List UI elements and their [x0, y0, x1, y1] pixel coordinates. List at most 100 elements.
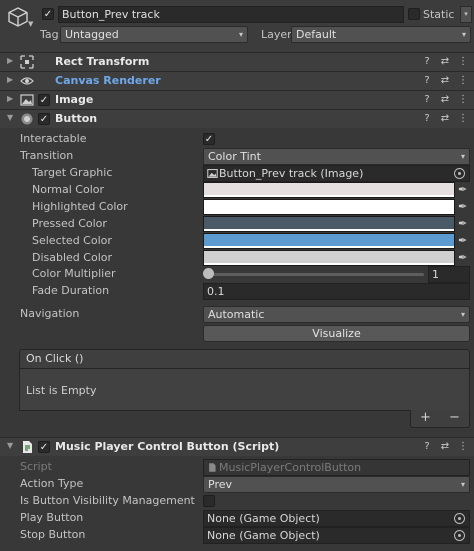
- target-graphic-field[interactable]: Button_Prev track (Image): [203, 165, 470, 182]
- component-enabled-checkbox[interactable]: ✓: [38, 94, 50, 106]
- component-rect-transform[interactable]: ▶ Rect Transform ? ⇄ ⋮: [0, 52, 474, 71]
- static-dropdown-button[interactable]: ▾: [460, 6, 472, 23]
- transition-value: Color Tint: [208, 150, 261, 163]
- foldout-arrow-icon[interactable]: ▶: [7, 75, 13, 84]
- on-click-header: On Click (): [19, 349, 470, 369]
- menu-icon[interactable]: ⋮: [458, 93, 468, 107]
- component-title: Canvas Renderer: [55, 74, 161, 87]
- pressed-color-label: Pressed Color: [32, 217, 107, 230]
- pressed-color-swatch[interactable]: [203, 216, 455, 232]
- interactable-label: Interactable: [20, 132, 87, 145]
- foldout-arrow-icon[interactable]: ▼: [7, 441, 13, 450]
- foldout-arrow-icon[interactable]: ▼: [7, 113, 13, 122]
- static-checkbox[interactable]: [408, 8, 420, 20]
- menu-icon[interactable]: ⋮: [458, 55, 468, 69]
- help-icon[interactable]: ?: [422, 74, 432, 88]
- script-file-icon: [209, 463, 216, 472]
- gameobject-cube-icon[interactable]: [7, 6, 29, 28]
- presets-icon[interactable]: ⇄: [440, 93, 450, 107]
- eyedropper-icon[interactable]: ✒: [458, 217, 470, 231]
- icon-chevron-down-icon[interactable]: ▼: [28, 20, 33, 28]
- script-icon: [23, 441, 32, 453]
- button-icon: [21, 113, 33, 125]
- presets-icon[interactable]: ⇄: [440, 55, 450, 69]
- selected-color-label: Selected Color: [32, 234, 112, 247]
- disabled-color-swatch[interactable]: [203, 250, 455, 266]
- selected-color-swatch[interactable]: [203, 233, 455, 249]
- remove-listener-button[interactable]: −: [449, 410, 460, 427]
- color-multiplier-label: Color Multiplier: [32, 267, 116, 280]
- color-multiplier-field[interactable]: 1: [428, 266, 470, 283]
- stop-button-label: Stop Button: [20, 528, 86, 541]
- eyedropper-icon[interactable]: ✒: [458, 183, 470, 197]
- normal-color-swatch[interactable]: [203, 182, 455, 198]
- highlighted-color-swatch[interactable]: [203, 199, 455, 215]
- presets-icon[interactable]: ⇄: [440, 74, 450, 88]
- menu-icon[interactable]: ⋮: [458, 440, 468, 454]
- eyedropper-icon[interactable]: ✒: [458, 234, 470, 248]
- chevron-down-icon: ▾: [238, 30, 243, 39]
- normal-color-label: Normal Color: [32, 183, 105, 196]
- eyedropper-icon[interactable]: ✒: [458, 200, 470, 214]
- navigation-dropdown[interactable]: Automatic ▾: [203, 306, 470, 323]
- component-title: Music Player Control Button (Script): [55, 440, 280, 453]
- inspector-header: ▼ ✓ Button_Prev track Static ▾ Tag Untag…: [0, 0, 474, 53]
- target-graphic-value: Button_Prev track (Image): [219, 167, 364, 180]
- script-label: Script: [20, 460, 52, 473]
- component-enabled-checkbox[interactable]: ✓: [38, 113, 50, 125]
- static-label: Static: [423, 8, 455, 21]
- play-button-value: None (Game Object): [207, 512, 320, 525]
- help-icon[interactable]: ?: [422, 55, 432, 69]
- highlighted-color-label: Highlighted Color: [32, 200, 128, 213]
- object-picker-icon[interactable]: [454, 168, 465, 179]
- visibility-management-row: Is Button Visibility Management: [0, 492, 474, 510]
- foldout-arrow-icon[interactable]: ▶: [7, 94, 13, 103]
- menu-icon[interactable]: ⋮: [458, 112, 468, 126]
- navigation-value: Automatic: [208, 308, 265, 321]
- visualize-button[interactable]: Visualize: [203, 325, 470, 342]
- visibility-management-checkbox[interactable]: [203, 495, 215, 507]
- chevron-down-icon: ▾: [460, 310, 465, 319]
- presets-icon[interactable]: ⇄: [440, 112, 450, 126]
- interactable-row: Interactable ✓: [0, 130, 474, 148]
- object-picker-icon[interactable]: [454, 530, 465, 541]
- color-multiplier-slider[interactable]: [208, 273, 424, 276]
- component-title: Rect Transform: [55, 55, 150, 68]
- help-icon[interactable]: ?: [422, 440, 432, 454]
- help-icon[interactable]: ?: [422, 93, 432, 107]
- active-checkbox[interactable]: ✓: [42, 8, 54, 20]
- play-button-label: Play Button: [20, 511, 84, 524]
- component-image[interactable]: ▶ ✓ Image ? ⇄ ⋮: [0, 90, 474, 109]
- interactable-checkbox[interactable]: ✓: [203, 133, 215, 145]
- presets-icon[interactable]: ⇄: [440, 440, 450, 454]
- layer-value: Default: [296, 28, 337, 41]
- tag-label: Tag: [40, 28, 59, 41]
- action-type-dropdown[interactable]: Prev ▾: [203, 476, 470, 493]
- gameobject-name-field[interactable]: Button_Prev track: [58, 6, 404, 23]
- component-button[interactable]: ▼ ✓ Button ? ⇄ ⋮: [0, 109, 474, 128]
- slider-handle[interactable]: [203, 268, 214, 279]
- list-empty-text: List is Empty: [26, 384, 97, 397]
- component-canvas-renderer[interactable]: ▶ Canvas Renderer ? ⇄ ⋮: [0, 71, 474, 90]
- chevron-down-icon: ▾: [461, 30, 466, 39]
- action-type-label: Action Type: [20, 477, 84, 490]
- component-enabled-checkbox[interactable]: ✓: [38, 441, 50, 453]
- eyedropper-icon[interactable]: ✒: [458, 251, 470, 265]
- object-picker-icon[interactable]: [454, 513, 465, 524]
- add-listener-button[interactable]: +: [420, 410, 431, 427]
- component-music-player-control-button[interactable]: ▼ ✓ Music Player Control Button (Script)…: [0, 437, 474, 456]
- navigation-label: Navigation: [20, 307, 80, 320]
- transition-dropdown[interactable]: Color Tint ▾: [203, 148, 470, 165]
- foldout-arrow-icon[interactable]: ▶: [7, 56, 13, 65]
- help-icon[interactable]: ?: [422, 112, 432, 126]
- rect-transform-icon: [20, 55, 34, 69]
- play-button-field[interactable]: None (Game Object): [203, 510, 470, 527]
- stop-button-field[interactable]: None (Game Object): [203, 527, 470, 544]
- menu-icon[interactable]: ⋮: [458, 74, 468, 88]
- chevron-down-icon: ▾: [460, 480, 465, 489]
- tag-dropdown[interactable]: Untagged ▾: [60, 26, 248, 43]
- fade-duration-field[interactable]: 0.1: [203, 283, 470, 300]
- image-icon: [20, 94, 34, 106]
- action-type-value: Prev: [208, 478, 232, 491]
- layer-dropdown[interactable]: Default ▾: [291, 26, 471, 43]
